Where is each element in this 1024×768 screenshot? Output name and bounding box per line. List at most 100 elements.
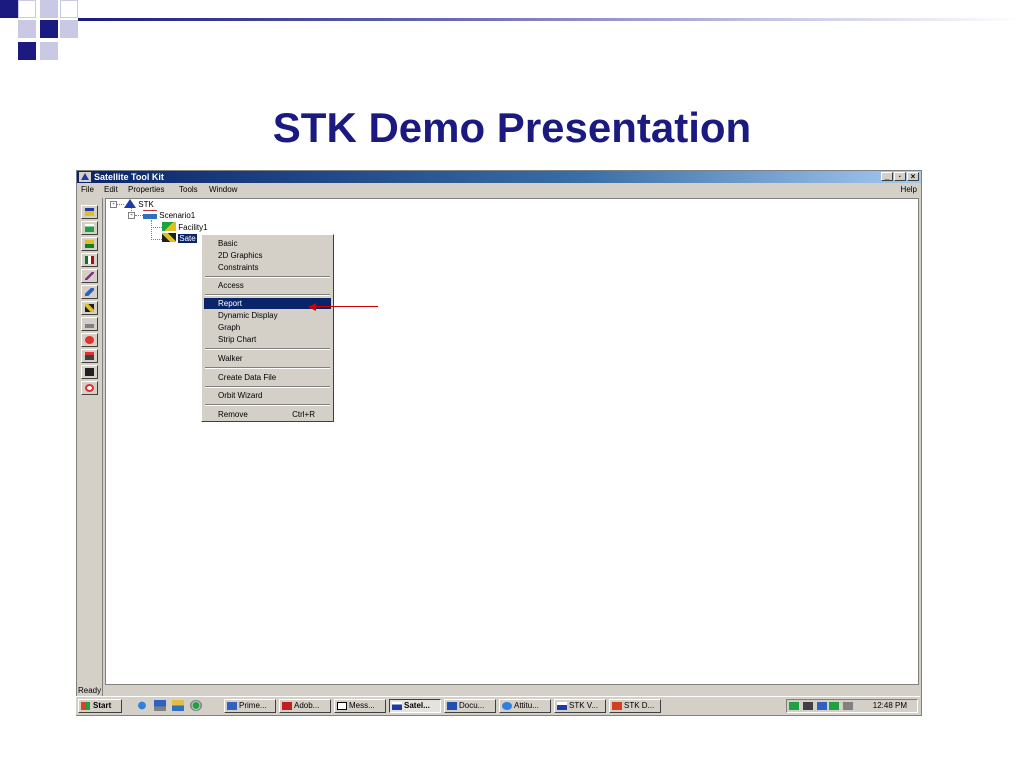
task-button[interactable]: Prime... <box>224 699 276 713</box>
menu-item-basic[interactable]: Basic <box>204 238 331 249</box>
menu-item-label: Strip Chart <box>218 335 257 344</box>
building-icon <box>85 256 94 264</box>
toolbar-button[interactable] <box>81 317 98 331</box>
printer-icon[interactable] <box>843 702 853 710</box>
menu-item-orbit-wizard[interactable]: Orbit Wizard <box>204 390 331 401</box>
menu-item-label: Remove <box>218 410 248 419</box>
scenario-icon <box>143 210 157 219</box>
header-rule <box>78 18 1024 21</box>
menu-item-strip-chart[interactable]: Strip Chart <box>204 334 331 345</box>
tree-label: Facility1 <box>178 223 208 232</box>
task-button[interactable]: Docu... <box>444 699 496 713</box>
tree-label: Sate <box>178 234 197 243</box>
shield-icon[interactable] <box>817 702 827 710</box>
facility-insert-icon <box>85 224 94 232</box>
toolbar-button[interactable] <box>81 253 98 267</box>
toolbar-button[interactable] <box>81 349 98 363</box>
desktop-icon[interactable] <box>154 700 166 711</box>
menu-item-remove[interactable]: Remove Ctrl+R <box>204 409 331 420</box>
task-button[interactable]: Adob... <box>279 699 331 713</box>
window-title: Satellite Tool Kit <box>94 172 164 182</box>
task-button-active[interactable]: Satel... <box>389 699 441 713</box>
taskbar: Start Prime... Adob... Mess... Satel... … <box>76 696 920 715</box>
menu-item-walker[interactable]: Walker <box>204 353 331 364</box>
tree-node-stk[interactable]: STK <box>124 199 154 210</box>
maximize-button[interactable]: · <box>894 172 906 181</box>
task-label: Mess... <box>349 701 375 710</box>
task-label: Attitu... <box>514 701 539 710</box>
task-label: STK V... <box>569 701 599 710</box>
task-button[interactable]: STK D... <box>609 699 661 713</box>
menu-properties[interactable]: Properties <box>128 183 164 196</box>
tree-collapse-toggle[interactable]: - <box>128 212 135 219</box>
menu-item-2d-graphics[interactable]: 2D Graphics <box>204 250 331 261</box>
context-menu: Basic 2D Graphics Constraints Access Rep… <box>201 234 334 422</box>
stk-viewer-icon <box>557 702 567 710</box>
deco-square <box>0 0 18 18</box>
toolbar-button[interactable] <box>81 333 98 347</box>
menu-separator <box>205 386 330 388</box>
menu-item-label: 2D Graphics <box>218 251 263 260</box>
usb-icon[interactable] <box>829 702 839 710</box>
network-icon[interactable] <box>789 702 799 710</box>
menu-item-shortcut: Ctrl+R <box>292 410 315 419</box>
menu-help[interactable]: Help <box>901 183 917 196</box>
media-player-icon[interactable] <box>190 700 202 711</box>
internet-explorer-icon[interactable] <box>136 700 148 711</box>
toolbar-button[interactable] <box>81 365 98 379</box>
menu-item-graph[interactable]: Graph <box>204 322 331 333</box>
toolbar-button[interactable] <box>81 285 98 299</box>
menu-item-access[interactable]: Access <box>204 280 331 291</box>
powerpoint-icon <box>612 702 622 710</box>
close-button[interactable]: × <box>907 172 919 181</box>
menu-item-label: Graph <box>218 323 241 332</box>
toolbar-button[interactable] <box>81 205 98 219</box>
menu-item-constraints[interactable]: Constraints <box>204 262 331 273</box>
toolbar-button[interactable] <box>81 237 98 251</box>
menu-item-create-data-file[interactable]: Create Data File <box>204 372 331 383</box>
antivirus-icon[interactable] <box>803 702 813 710</box>
chart-icon <box>85 352 94 360</box>
tree-collapse-toggle[interactable]: - <box>110 201 117 208</box>
annotation-arrow-head <box>308 303 316 311</box>
menu-item-dynamic-display[interactable]: Dynamic Display <box>204 310 331 321</box>
browser-icon <box>502 702 512 710</box>
toolbar-button[interactable] <box>81 221 98 235</box>
minimize-button[interactable]: _ <box>881 172 893 181</box>
start-button[interactable]: Start <box>78 699 122 713</box>
outlook-icon[interactable] <box>172 700 184 711</box>
menu-bar: File Edit Properties Tools Window Help <box>77 183 921 196</box>
deco-square <box>40 0 58 18</box>
task-button[interactable]: Mess... <box>334 699 386 713</box>
menu-file[interactable]: File <box>81 183 94 196</box>
window-titlebar[interactable]: Satellite Tool Kit _ · × <box>77 171 921 183</box>
deco-square <box>60 20 78 38</box>
task-label: Docu... <box>459 701 485 710</box>
slide-title: STK Demo Presentation <box>272 104 752 151</box>
tree-node-satellite[interactable]: Sate <box>162 233 197 244</box>
menu-edit[interactable]: Edit <box>104 183 118 196</box>
start-label: Start <box>93 701 112 710</box>
window-controls: _ · × <box>881 172 919 181</box>
menu-window[interactable]: Window <box>209 183 237 196</box>
task-button[interactable]: STK V... <box>554 699 606 713</box>
menu-item-label: Create Data File <box>218 373 277 382</box>
deco-square <box>18 20 36 38</box>
system-tray: 12:48 PM <box>786 699 918 713</box>
task-button[interactable]: Attitu... <box>499 699 551 713</box>
menu-item-label: Report <box>218 299 243 308</box>
toolbar-button[interactable] <box>81 301 98 315</box>
task-label: Adob... <box>294 701 320 710</box>
menu-tools[interactable]: Tools <box>179 183 198 196</box>
menu-separator <box>205 276 330 278</box>
deco-square <box>18 42 36 60</box>
tree-node-facility[interactable]: Facility1 <box>162 222 208 233</box>
menu-item-label: Orbit Wizard <box>218 391 263 400</box>
deco-square <box>60 0 78 18</box>
target-icon <box>85 336 94 344</box>
clock[interactable]: 12:48 PM <box>873 700 907 712</box>
menu-item-label: Access <box>218 281 244 290</box>
deco-square <box>40 42 58 60</box>
toolbar-button[interactable] <box>81 269 98 283</box>
toolbar-button[interactable] <box>81 381 98 395</box>
